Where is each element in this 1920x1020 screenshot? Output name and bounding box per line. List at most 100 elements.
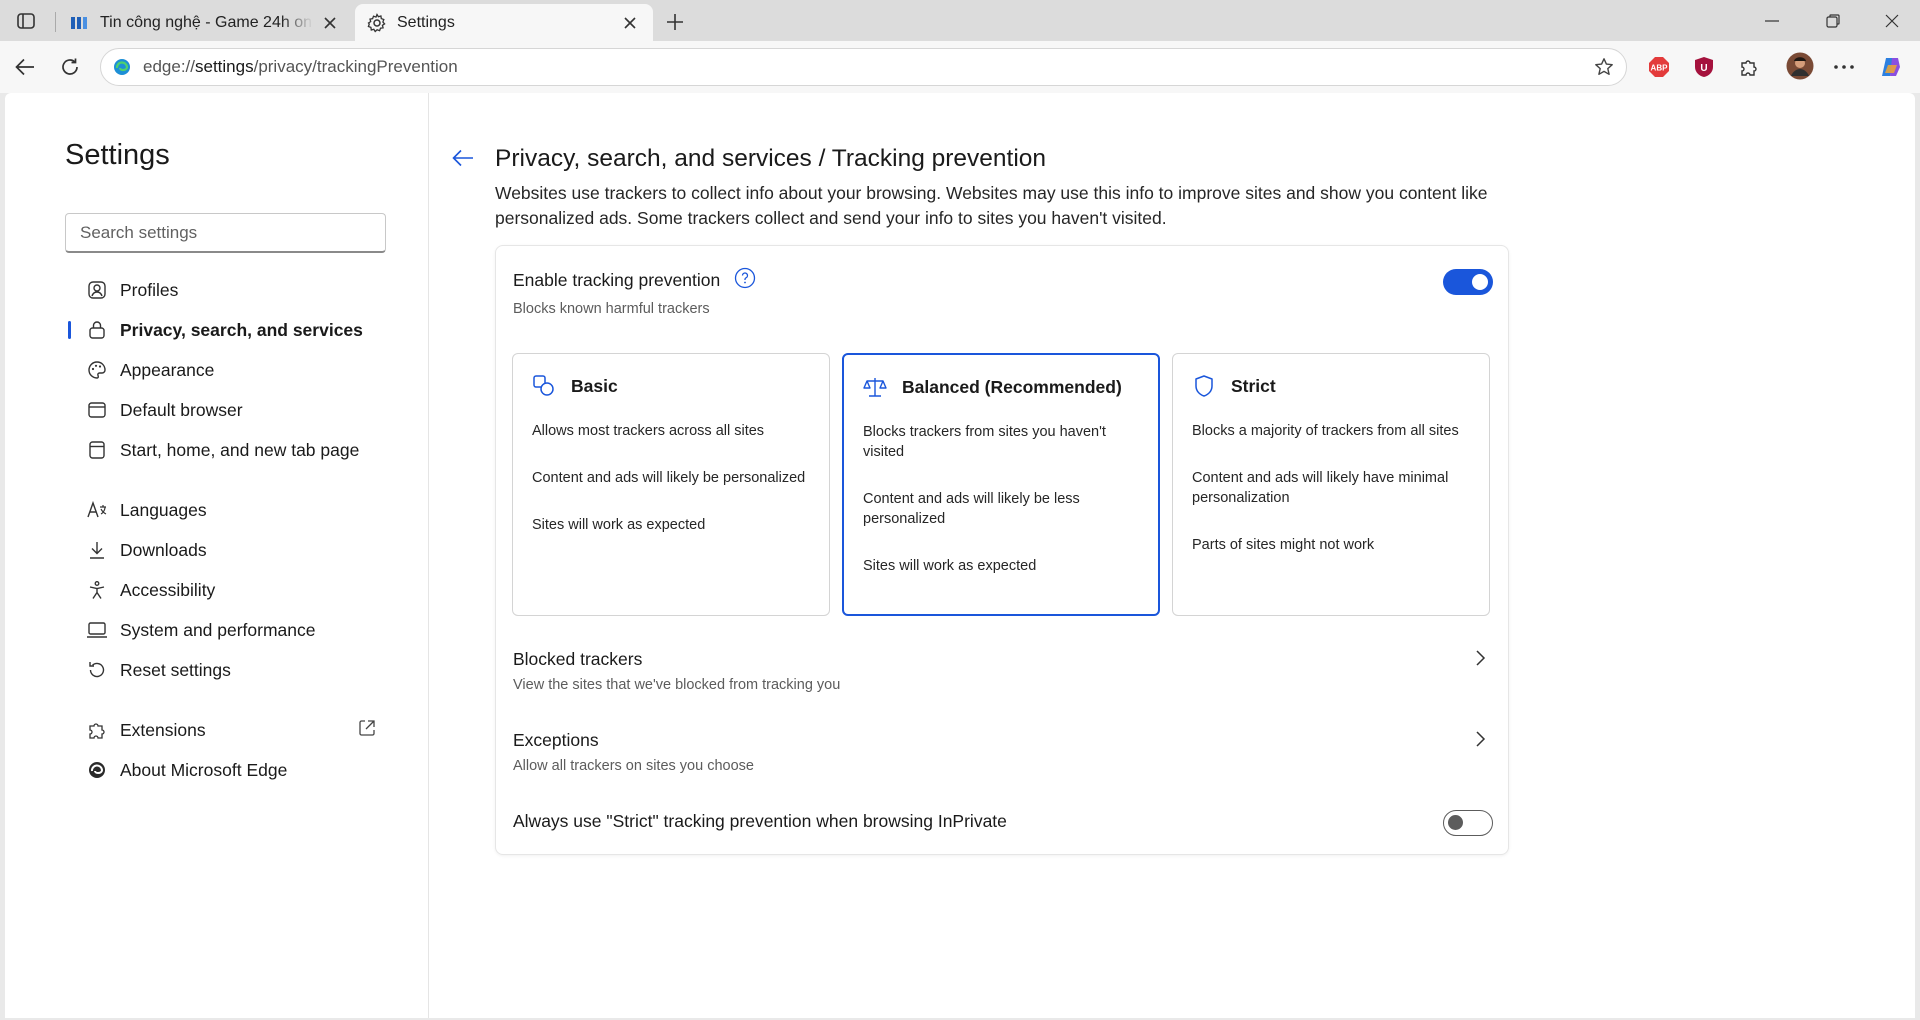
profile-icon <box>85 278 109 302</box>
level-title: Strict <box>1231 376 1276 396</box>
chevron-right-icon[interactable] <box>1470 648 1490 668</box>
enable-tracking-sublabel: Blocks known harmful trackers <box>513 301 710 317</box>
level-line: Parts of sites might not work <box>1192 537 1375 553</box>
sidebar-item-label: System and performance <box>120 619 316 640</box>
sidebar-item-label: Privacy, search, and services <box>120 319 363 340</box>
help-icon[interactable] <box>734 267 756 289</box>
close-icon <box>1885 14 1899 27</box>
new-tab-button[interactable] <box>661 8 689 36</box>
extensions-puzzle-icon[interactable] <box>1735 53 1763 81</box>
inprivate-strict-toggle[interactable] <box>1443 810 1493 836</box>
address-bar[interactable]: edge://settings/privacy/trackingPreventi… <box>100 48 1627 86</box>
back-button[interactable] <box>10 52 40 82</box>
browser-icon <box>85 398 109 422</box>
sidebar-item-extensions[interactable]: Extensions <box>65 712 385 748</box>
tab-settings[interactable]: Settings <box>355 4 653 41</box>
sidebar-item-label: Start, home, and new tab page <box>120 439 360 460</box>
basic-shapes-icon <box>533 375 554 396</box>
tab-title: Settings <box>397 13 455 31</box>
main-content: Privacy, search, and services / Tracking… <box>430 93 1915 1018</box>
news-favicon <box>70 13 90 33</box>
enable-tracking-toggle[interactable] <box>1443 269 1493 295</box>
adblock-plus-icon[interactable]: ABP <box>1645 53 1673 81</box>
page-title: Privacy, search, and services / Tracking… <box>495 145 1047 172</box>
sidebar-item-privacy[interactable]: Privacy, search, and services <box>65 312 385 348</box>
scale-icon <box>863 378 887 397</box>
minimize-button[interactable] <box>1749 0 1795 41</box>
restore-icon <box>1826 13 1840 28</box>
exceptions-link[interactable]: Exceptions <box>513 730 599 751</box>
edge-logo-icon <box>114 59 130 75</box>
sidebar-item-label: Default browser <box>120 399 243 420</box>
level-balanced[interactable]: Balanced (Recommended) Blocks trackers f… <box>842 353 1160 616</box>
close-tab-icon[interactable] <box>619 12 641 34</box>
favorite-star-icon[interactable] <box>1594 57 1614 77</box>
sidebar-item-label: Extensions <box>120 719 206 740</box>
exceptions-sublabel: Allow all trackers on sites you choose <box>513 758 754 774</box>
enable-tracking-label: Enable tracking prevention <box>513 270 721 290</box>
tab-actions-button[interactable] <box>10 8 42 34</box>
sidebar-item-accessibility[interactable]: Accessibility <box>65 572 385 608</box>
palette-icon <box>85 358 109 382</box>
languages-icon <box>85 498 109 522</box>
laptop-icon <box>85 618 109 642</box>
refresh-icon <box>62 58 78 75</box>
sidebar-item-reset[interactable]: Reset settings <box>65 652 385 688</box>
plus-icon <box>667 14 683 30</box>
sidebar-item-languages[interactable]: Languages <box>65 492 385 528</box>
close-window-button[interactable] <box>1869 0 1915 41</box>
level-line: Sites will work as expected <box>532 517 706 533</box>
address-toolbar: edge://settings/privacy/trackingPreventi… <box>0 41 1920 93</box>
level-strict[interactable]: Strict Blocks a majority of trackers fro… <box>1172 353 1490 616</box>
lock-icon <box>85 318 109 342</box>
sidebar-item-default-browser[interactable]: Default browser <box>65 392 385 428</box>
ublock-icon[interactable]: U <box>1690 53 1718 81</box>
level-line: Sites will work as expected <box>863 558 1037 574</box>
restore-button[interactable] <box>1810 0 1856 41</box>
sidebar-item-start-home[interactable]: Start, home, and new tab page <box>65 432 385 468</box>
refresh-button[interactable] <box>55 52 85 82</box>
back-arrow-icon[interactable] <box>450 145 476 171</box>
sidebar-item-profiles[interactable]: Profiles <box>65 272 385 308</box>
tab-separator <box>55 12 56 32</box>
sidebar-item-label: Appearance <box>120 359 215 380</box>
chevron-right-icon[interactable] <box>1470 729 1490 749</box>
sidebar-title: Settings <box>65 139 170 171</box>
more-icon[interactable] <box>1830 53 1858 81</box>
svg-text:U: U <box>1700 63 1707 74</box>
sidebar-item-label: Downloads <box>120 539 207 560</box>
reset-icon <box>85 658 109 682</box>
level-line: Content and ads will likely have minimal… <box>1192 470 1449 506</box>
level-line: Content and ads will likely be personali… <box>532 470 806 486</box>
level-line: Blocks a majority of trackers from all s… <box>1192 423 1459 439</box>
sidebar-item-about[interactable]: About Microsoft Edge <box>65 752 385 788</box>
tab-news[interactable]: Tin công nghệ - Game 24h online - Tin tứ… <box>58 4 353 41</box>
page-description: Websites use trackers to collect info ab… <box>495 183 1488 228</box>
blocked-trackers-sublabel: View the sites that we've blocked from t… <box>513 677 841 693</box>
shield-icon <box>1195 375 1213 397</box>
sidebar-item-appearance[interactable]: Appearance <box>65 352 385 388</box>
tab-bar: Tin công nghệ - Game 24h online - Tin tứ… <box>0 0 1920 41</box>
sidebar-item-downloads[interactable]: Downloads <box>65 532 385 568</box>
accessibility-icon <box>85 578 109 602</box>
level-basic[interactable]: Basic Allows most trackers across all si… <box>512 353 830 616</box>
close-tab-icon[interactable] <box>319 12 341 34</box>
svg-text:ABP: ABP <box>1651 64 1669 73</box>
profile-avatar[interactable] <box>1785 51 1815 81</box>
sidebar-item-system[interactable]: System and performance <box>65 612 385 648</box>
level-line: Allows most trackers across all sites <box>532 423 765 439</box>
blocked-trackers-link[interactable]: Blocked trackers <box>513 649 642 670</box>
external-link-icon <box>357 718 377 738</box>
settings-sidebar: Settings Profiles Privacy, search, and s… <box>5 93 429 1018</box>
url-text: edge://settings/privacy/trackingPreventi… <box>143 57 458 76</box>
level-line: Content and ads will likely be less pers… <box>863 491 1080 527</box>
sidebar-item-label: Languages <box>120 499 207 520</box>
level-title: Basic <box>571 376 618 396</box>
puzzle-icon <box>85 718 109 742</box>
edge-icon <box>85 758 109 782</box>
level-line: Blocks trackers from sites you haven't v… <box>863 424 1106 460</box>
copilot-icon[interactable] <box>1877 53 1905 81</box>
home-page-icon <box>85 438 109 462</box>
sidebar-item-label: Accessibility <box>120 579 216 600</box>
search-settings-input[interactable] <box>65 213 386 253</box>
